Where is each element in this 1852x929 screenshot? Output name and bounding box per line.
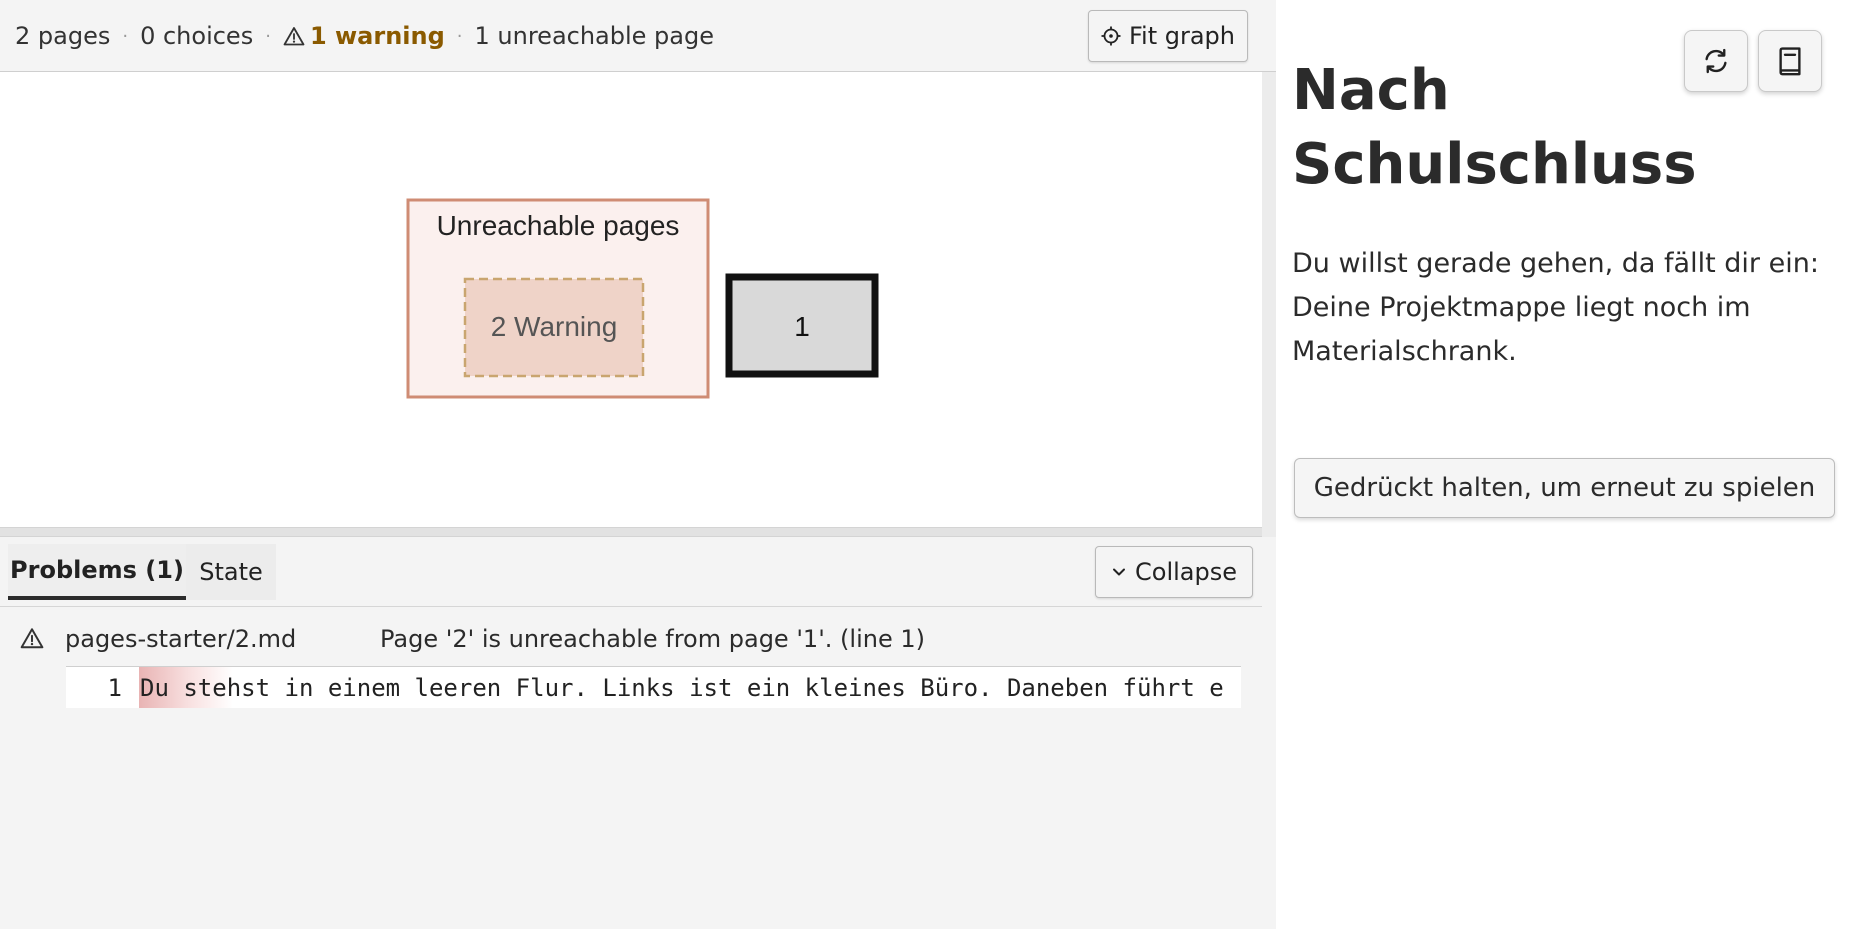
- story-preview-panel: Nach Schulschluss Du willst gerade gehen…: [1276, 0, 1852, 929]
- warning-count[interactable]: 1 warning: [283, 22, 445, 50]
- panel-resize-handle[interactable]: [0, 527, 1262, 537]
- graph-status-bar: 2 pages · 0 choices · 1 warning · 1 unre…: [0, 0, 1276, 72]
- story-title: Nach Schulschluss: [1292, 58, 1697, 197]
- warning-triangle-icon: [283, 27, 305, 46]
- collapse-button[interactable]: Collapse: [1095, 546, 1253, 598]
- story-passage-text: Du willst gerade gehen, da fällt dir ein…: [1292, 248, 1819, 367]
- crosshair-icon: [1101, 26, 1121, 46]
- book-icon: [1779, 47, 1801, 76]
- stat-separator: ·: [122, 25, 129, 47]
- graph-scrollbar[interactable]: [1262, 72, 1276, 537]
- fit-graph-button[interactable]: Fit graph: [1088, 10, 1248, 62]
- problem-item[interactable]: pages-starter/2.md Page '2' is unreachab…: [0, 607, 1262, 667]
- story-graph-canvas[interactable]: Unreachable pages 2 Warning 1: [0, 72, 1262, 527]
- code-line-text: Du stehst in einem leeren Flur. Links is…: [140, 674, 1224, 702]
- code-line-number: 1: [107, 674, 122, 702]
- stat-separator: ·: [456, 25, 463, 47]
- warning-count-label: 1 warning: [309, 22, 445, 50]
- page-node-2-label: 2 Warning: [491, 311, 618, 342]
- chevron-down-icon: [1113, 568, 1125, 576]
- page-node-1[interactable]: 1: [725, 273, 879, 378]
- choice-count: 0 choices: [140, 22, 254, 50]
- tab-problems[interactable]: Problems (1): [8, 544, 186, 600]
- problem-message: Page '2' is unreachable from page '1'. (…: [380, 625, 925, 653]
- page-node-2[interactable]: 2 Warning: [463, 277, 645, 378]
- unreachable-count: 1 unreachable page: [474, 22, 714, 50]
- replay-button[interactable]: Gedrückt halten, um erneut zu spielen: [1294, 458, 1835, 518]
- problem-file-path[interactable]: pages-starter/2.md: [65, 625, 296, 653]
- warning-triangle-icon: [20, 628, 44, 649]
- fit-graph-label: Fit graph: [1128, 22, 1236, 50]
- story-graph[interactable]: Unreachable pages 2 Warning 1: [0, 72, 1262, 527]
- bottom-panel-header: Problems (1) State Collapse: [0, 537, 1262, 607]
- problem-code-snippet: 1 Du stehst in einem leeren Flur. Links …: [66, 666, 1241, 708]
- page-count: 2 pages: [15, 22, 111, 50]
- unreachable-group-label: Unreachable pages: [437, 210, 680, 241]
- collapse-label: Collapse: [1135, 558, 1237, 586]
- graph-stats: 2 pages · 0 choices · 1 warning · 1 unre…: [15, 22, 714, 50]
- editor-panel: 2 pages · 0 choices · 1 warning · 1 unre…: [0, 0, 1276, 929]
- book-button[interactable]: [1758, 30, 1822, 92]
- tab-state[interactable]: State: [186, 544, 276, 600]
- page-node-1-label: 1: [794, 311, 810, 342]
- stat-separator: ·: [265, 25, 271, 47]
